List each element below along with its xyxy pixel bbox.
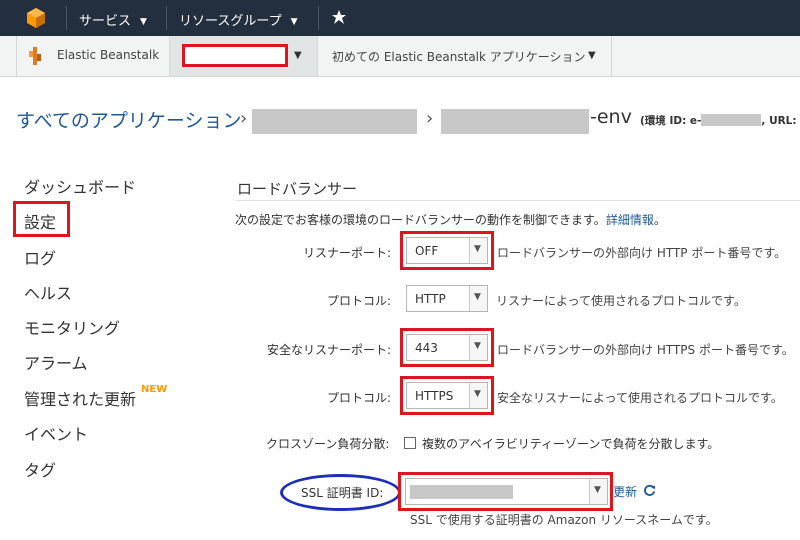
settings-highlight-box — [13, 201, 70, 237]
sidebar-item-dashboard[interactable]: ダッシュボード — [24, 174, 136, 198]
sidebar-item-monitoring[interactable]: モニタリング — [24, 315, 120, 339]
environment-url-label: , URL: a — [761, 115, 800, 127]
secure-protocol-highlight-box — [400, 376, 494, 415]
cross-zone-checkbox[interactable] — [404, 437, 416, 449]
sidebar-item-tags[interactable]: タグ — [24, 457, 56, 481]
environment-name-suffix: -env — [590, 106, 632, 128]
new-badge: NEW — [141, 384, 168, 395]
sidebar-item-logs[interactable]: ログ — [24, 245, 56, 269]
chevron-down-icon: ▼ — [290, 17, 298, 27]
first-application-tab[interactable]: 初めての Elastic Beanstalk アプリケーション ▼ — [318, 36, 612, 76]
ssl-certificate-highlight-box — [398, 472, 613, 511]
cross-zone-label: クロスゾーン負荷分散: — [266, 437, 390, 451]
breadcrumb-chevron-icon: › — [426, 108, 434, 129]
elastic-beanstalk-tab[interactable]: Elastic Beanstalk — [16, 36, 170, 76]
protocol-hint: リスナーによって使用されるプロトコルです。 — [496, 294, 746, 308]
listener-port-hint: ロードバランサーの外部向け HTTP ポート番号です。 — [497, 246, 787, 260]
refresh-icon[interactable] — [643, 484, 656, 497]
secure-listener-port-label: 安全なリスナーポート: — [267, 343, 392, 357]
sidebar-item-alarms[interactable]: アラーム — [24, 350, 88, 374]
caret-down-icon: ▼ — [588, 50, 596, 61]
top-navigation-bar: サービス ▼ リソースグループ ▼ — [0, 0, 800, 36]
chevron-down-icon: ▼ — [474, 292, 481, 302]
application-name-redacted — [252, 109, 417, 134]
secure-listener-port-hint: ロードバランサーの外部向け HTTPS ポート番号です。 — [497, 343, 794, 357]
section-title: ロードバランサー — [237, 180, 358, 198]
section-description: 次の設定でお客様の環境のロードバランサーの動作を制御できます。詳細情報。 — [235, 211, 666, 228]
environment-meta: (環境 ID: e- , URL: a — [640, 113, 800, 128]
caret-down-icon: ▼ — [294, 50, 302, 61]
secure-listener-port-highlight-box — [400, 328, 494, 367]
sidebar-item-events[interactable]: イベント — [24, 421, 88, 445]
cross-zone-checkbox-text: 複数のアベイラビリティーゾーンで負荷を分散します。 — [422, 437, 720, 451]
sidebar-item-managed-updates[interactable]: 管理された更新 — [24, 386, 136, 410]
application-name-redacted — [182, 44, 288, 67]
breadcrumb-chevron-icon: › — [240, 108, 248, 129]
sidebar-item-health[interactable]: ヘルス — [24, 280, 72, 304]
ssl-certificate-label: SSL 証明書 ID: — [301, 486, 384, 500]
section-divider — [236, 200, 800, 201]
protocol-label: プロトコル: — [327, 294, 392, 308]
refresh-link[interactable]: 更新 — [613, 483, 637, 500]
environment-id-redacted — [701, 114, 762, 126]
all-applications-link[interactable]: すべてのアプリケーション — [16, 106, 242, 133]
resource-groups-menu[interactable]: リソースグループ ▼ — [179, 10, 298, 29]
elastic-beanstalk-icon — [29, 47, 41, 65]
chevron-down-icon: ▼ — [140, 17, 147, 27]
aws-cube-logo-icon[interactable] — [26, 7, 46, 29]
details-link[interactable]: 詳細情報 — [606, 213, 654, 227]
elastic-beanstalk-label: Elastic Beanstalk — [57, 48, 160, 62]
nav-divider — [318, 6, 319, 30]
description-text: 次の設定でお客様の環境のロードバランサーの動作を制御できます。 — [235, 213, 606, 227]
nav-divider — [166, 6, 167, 30]
protocol-select[interactable]: HTTP ▼ — [406, 285, 488, 312]
services-menu-label: サービス — [79, 14, 132, 29]
pin-icon[interactable] — [331, 9, 347, 27]
secure-protocol-label: プロトコル: — [327, 391, 392, 405]
ssl-certificate-hint: SSL で使用する証明書の Amazon リソースネームです。 — [410, 513, 718, 527]
listener-port-highlight-box — [400, 231, 494, 270]
service-shortcut-bar: Elastic Beanstalk ▼ 初めての Elastic Beansta… — [0, 36, 800, 77]
listener-port-label: リスナーポート: — [303, 246, 392, 260]
nav-divider — [66, 6, 67, 30]
services-menu[interactable]: サービス ▼ — [79, 10, 147, 29]
resource-groups-label: リソースグループ — [179, 14, 282, 29]
environment-id-label: (環境 ID: e- — [640, 115, 702, 127]
description-period: 。 — [653, 213, 666, 227]
environment-name-redacted — [441, 109, 589, 134]
first-application-label: 初めての Elastic Beanstalk アプリケーション — [332, 50, 586, 64]
select-arrow: ▼ — [469, 286, 487, 311]
protocol-value: HTTP — [415, 292, 446, 306]
application-selector-tab[interactable]: ▼ — [170, 36, 318, 76]
secure-protocol-hint: 安全なリスナーによって使用されるプロトコルです。 — [497, 391, 783, 405]
